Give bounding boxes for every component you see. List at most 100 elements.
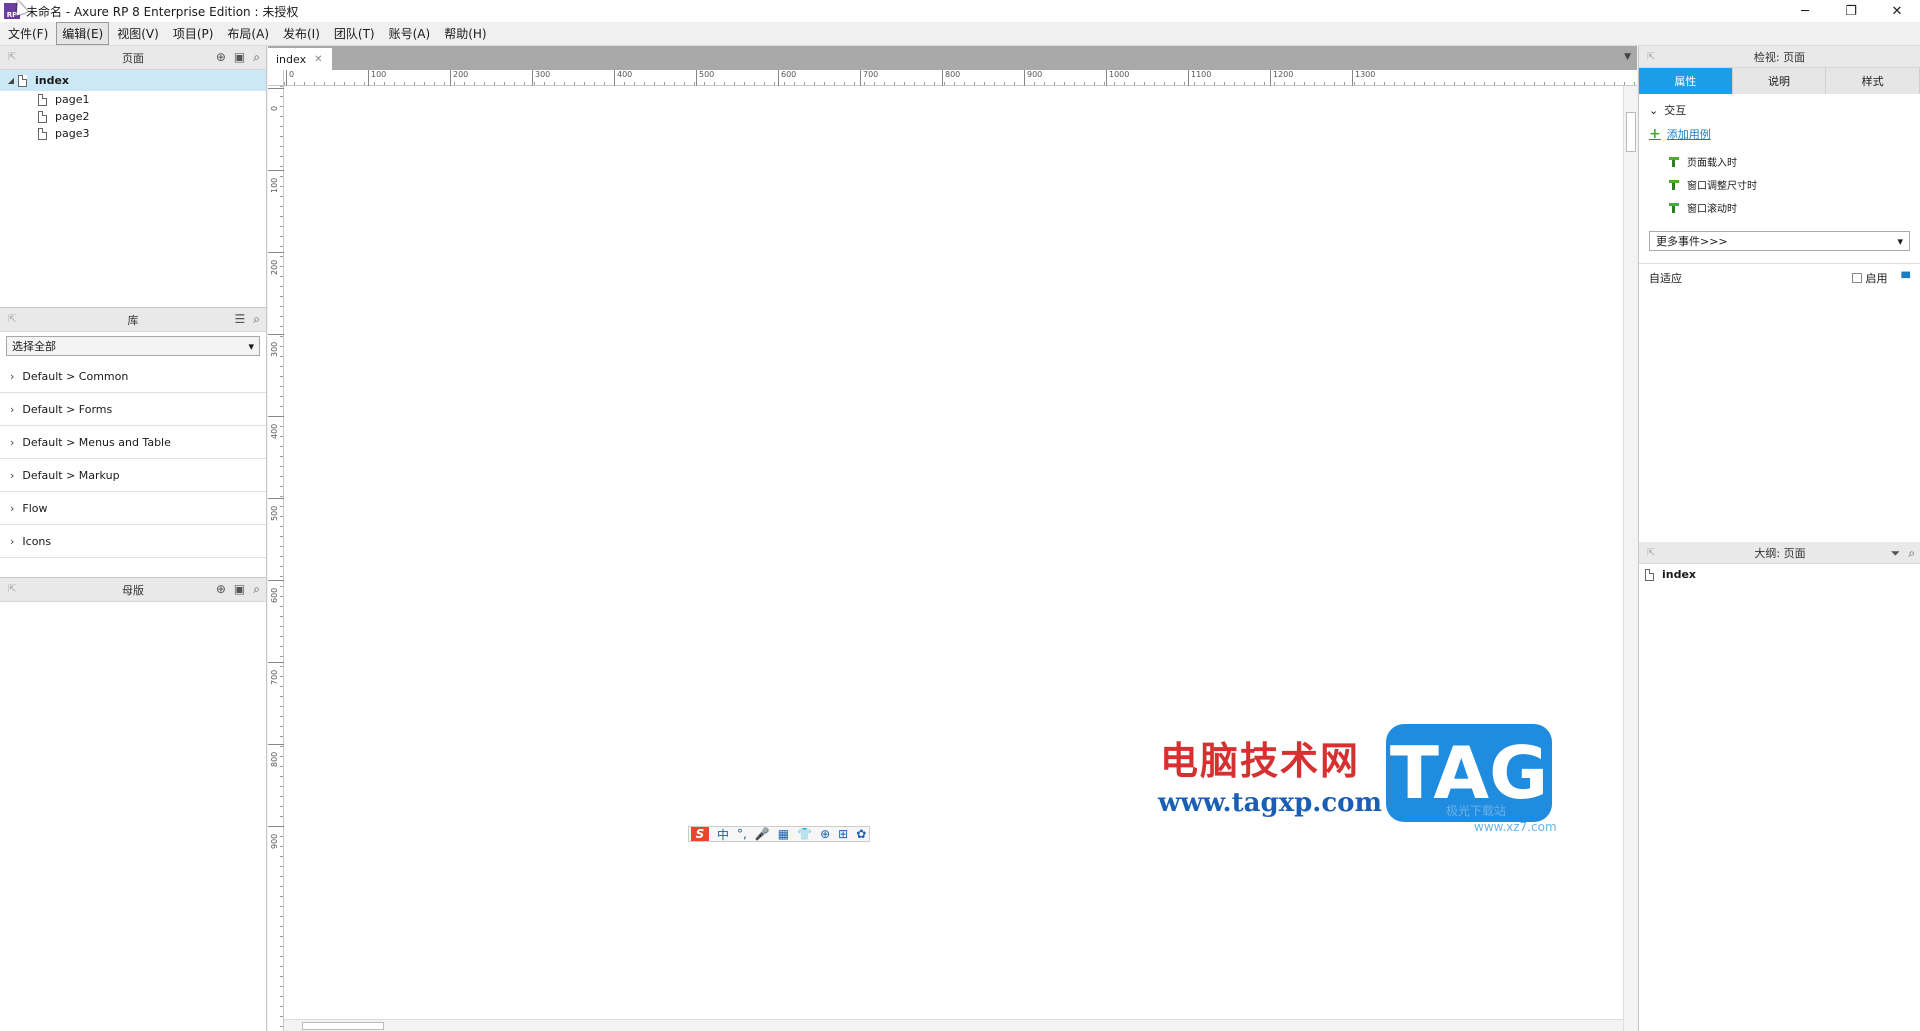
chevron-right-icon: › [10, 468, 15, 482]
ime-tool-icon[interactable]: °, [737, 827, 747, 841]
event-icon [1669, 156, 1681, 167]
ime-tool-icon[interactable]: ▦ [778, 827, 789, 841]
tree-item-index[interactable]: ◢ index [0, 70, 266, 91]
library-select[interactable]: 选择全部 ▾ [6, 336, 260, 356]
ruler-label: 900 [1024, 70, 1042, 86]
add-folder-icon[interactable]: ▣ [234, 582, 245, 597]
minimize-button[interactable]: ─ [1782, 0, 1828, 22]
horizontal-scroll-thumb[interactable] [302, 1022, 384, 1030]
search-icon[interactable]: ⌕ [253, 312, 260, 327]
vertical-scroll-thumb[interactable] [1626, 112, 1636, 152]
pin-icon[interactable]: ⇱ [8, 584, 16, 595]
menu-item[interactable]: 项目(P) [167, 22, 220, 45]
library-group[interactable]: › Flow [0, 492, 266, 525]
library-group[interactable]: › Default > Menus and Table [0, 426, 266, 459]
adaptive-row: 自适应 启用 ▀ [1639, 263, 1920, 292]
tab-close-icon[interactable]: ✕ [314, 54, 322, 65]
tab-notes[interactable]: 说明 [1732, 68, 1827, 94]
design-canvas[interactable] [285, 87, 1623, 1019]
event-item[interactable]: 窗口调整尺寸时 [1639, 173, 1920, 196]
pin-icon[interactable]: ⇱ [1647, 52, 1655, 63]
horizontal-scrollbar[interactable] [284, 1019, 1623, 1031]
search-icon[interactable]: ⌕ [1908, 546, 1915, 561]
ruler-label: 200 [450, 70, 468, 86]
tree-item-page[interactable]: page3 [0, 125, 266, 142]
more-events-select[interactable]: 更多事件>>> ▾ [1649, 231, 1910, 251]
dropdown-arrow-icon: ▾ [1897, 234, 1903, 248]
ruler-label: 1100 [1188, 70, 1211, 86]
ruler-label: 100 [268, 170, 284, 200]
add-folder-icon[interactable]: ▣ [234, 50, 245, 65]
horizontal-ruler: 0 100 200 300 400 500 600 700 800 900 1000 1100 1200… [284, 70, 1637, 86]
add-case-link[interactable]: + 添加用例 [1639, 124, 1920, 144]
chevron-right-icon: › [10, 402, 15, 416]
enable-checkbox[interactable] [1851, 273, 1862, 283]
menu-item[interactable]: 发布(I) [277, 22, 326, 45]
ime-tool-icon[interactable]: ⊕ [820, 827, 830, 841]
add-master-icon[interactable]: ⊕ [216, 582, 226, 597]
canvas-area: index ✕ ▼ 0 100 200 300 400 500 600 700 800 900 10… [268, 46, 1637, 1031]
ruler-label: 700 [860, 70, 878, 86]
menu-item[interactable]: 账号(A) [383, 22, 437, 45]
menu-item[interactable]: 文件(F) [2, 22, 54, 45]
ruler-label-text: 900 [270, 833, 279, 849]
outline-header: ⇱ 大纲: 页面 ⏷ ⌕ [1639, 542, 1920, 564]
event-label: 窗口调整尺寸时 [1687, 181, 1757, 192]
ruler-label: 800 [942, 70, 960, 86]
event-item[interactable]: 窗口滚动时 [1639, 196, 1920, 219]
vertical-scrollbar[interactable] [1623, 86, 1637, 1031]
library-group[interactable]: › Default > Common [0, 360, 266, 393]
dropdown-arrow-icon: ▾ [248, 339, 254, 353]
menu-item[interactable]: 团队(T) [328, 22, 381, 45]
restore-button[interactable]: ❐ [1828, 0, 1874, 22]
library-group[interactable]: › Default > Forms [0, 393, 266, 426]
menu-item[interactable]: 布局(A) [221, 22, 275, 45]
ruler-label-text: 800 [270, 751, 279, 767]
interaction-section[interactable]: ⌄ 交互 [1639, 94, 1920, 124]
event-label: 页面载入时 [1687, 158, 1737, 169]
pin-icon[interactable]: ⇱ [8, 314, 16, 325]
inspector-title: 检视: 页面 [1753, 50, 1806, 64]
adaptive-views-icon[interactable]: ▀ [1902, 272, 1910, 285]
library-panel-title: 库 [127, 313, 139, 327]
add-page-icon[interactable]: ⊕ [216, 50, 226, 65]
event-item[interactable]: 页面载入时 [1639, 150, 1920, 173]
ruler-label-text: 600 [270, 587, 279, 603]
chevron-down-icon: ⌄ [1649, 103, 1659, 117]
pin-icon[interactable]: ⇱ [1647, 548, 1655, 559]
search-icon[interactable]: ⌕ [253, 582, 260, 597]
tree-item-page[interactable]: page1 [0, 91, 266, 108]
library-select-value: 选择全部 [12, 340, 56, 353]
page-icon [1645, 568, 1654, 581]
search-icon[interactable]: ⌕ [253, 50, 260, 65]
collapse-arrow-icon[interactable]: ◢ [4, 76, 18, 85]
chevron-right-icon: › [10, 501, 15, 515]
tab-list-dropdown-icon[interactable]: ▼ [1624, 52, 1631, 62]
menu-item[interactable]: 编辑(E) [56, 22, 110, 45]
window-controls: ─ ❐ ✕ [1782, 0, 1920, 22]
menu-item[interactable]: 帮助(H) [438, 22, 492, 45]
library-group[interactable]: › Icons [0, 525, 266, 558]
ime-tool-icon[interactable]: ✿ [856, 827, 866, 841]
ime-toolbar: S 中 °, 🎤 ▦ 👕 ⊕ ⊞ ✿ [688, 826, 870, 842]
tree-item-page[interactable]: page2 [0, 108, 266, 125]
event-icon [1669, 202, 1681, 213]
outline-item-index[interactable]: index [1639, 564, 1920, 585]
tab-style[interactable]: 样式 [1826, 68, 1920, 94]
tab-index[interactable]: index ✕ [268, 48, 332, 70]
close-button[interactable]: ✕ [1874, 0, 1920, 22]
pin-icon[interactable]: ⇱ [8, 52, 16, 63]
filter-icon[interactable]: ⏷ [1891, 546, 1901, 561]
ruler-label: 1300 [1352, 70, 1375, 86]
ruler-label-text: 700 [270, 669, 279, 685]
menu-icon[interactable]: ☰ [235, 312, 246, 327]
ime-tool-icon[interactable]: 中 [717, 827, 729, 842]
library-group[interactable]: › Default > Markup [0, 459, 266, 492]
menu-item[interactable]: 视图(V) [111, 22, 165, 45]
sogou-logo-icon[interactable]: S [691, 827, 709, 841]
tab-properties[interactable]: 属性 [1639, 68, 1733, 94]
ime-tool-icon[interactable]: ⊞ [838, 827, 848, 841]
ime-tool-icon[interactable]: 👕 [797, 827, 812, 841]
more-events-label: 更多事件>>> [1656, 235, 1728, 248]
ime-tool-icon[interactable]: 🎤 [755, 827, 770, 841]
